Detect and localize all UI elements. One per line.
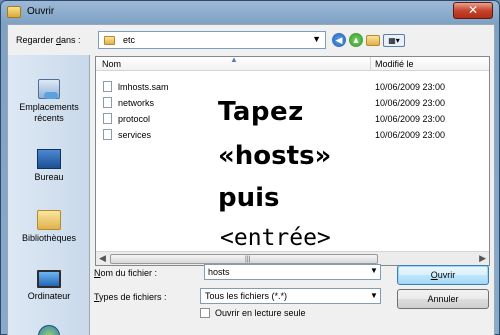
folder-icon (104, 36, 115, 45)
horizontal-scrollbar[interactable]: ◀ ||| ▶ (96, 251, 489, 265)
scroll-thumb[interactable]: ||| (110, 254, 378, 264)
open-dialog-window: Ouvrir ✕ Regarder dans : etc ▼ ◀ ▲ ▦▾ Em… (0, 0, 500, 335)
chevron-down-icon[interactable]: ▼ (312, 34, 321, 44)
list-header: Nom ▲ Modifié le (96, 55, 489, 71)
column-header-name[interactable]: Nom (102, 59, 121, 69)
overlay-line-2: «hosts» (218, 141, 332, 171)
place-label: Bibliothèques (21, 233, 77, 243)
look-in-value: etc (123, 35, 136, 45)
look-in-label: Regarder dans : (16, 35, 81, 45)
file-date: 10/06/2009 23:00 (375, 98, 446, 108)
dialog-client-area: Regarder dans : etc ▼ ◀ ▲ ▦▾ Emplacement… (7, 24, 495, 335)
places-bar: Emplacements récents Bureau Bibliothèque… (8, 55, 90, 335)
window-title: Ouvrir (27, 6, 55, 17)
close-button[interactable]: ✕ (453, 2, 493, 19)
open-button[interactable]: Ouvrir (397, 265, 489, 285)
cancel-button[interactable]: Annuler (397, 289, 489, 309)
sort-up-icon: ▲ (230, 55, 238, 64)
dialog-folder-icon (7, 6, 21, 18)
recent-places-icon (38, 79, 60, 99)
file-row[interactable]: lmhosts.sam 10/06/2009 23:00 (96, 79, 489, 95)
file-icon (103, 97, 112, 108)
file-icon (103, 129, 112, 140)
title-bar[interactable]: Ouvrir ✕ (1, 1, 499, 23)
place-label: Emplacements récents (19, 102, 79, 123)
new-folder-icon[interactable] (366, 34, 380, 46)
close-icon: ✕ (467, 3, 479, 17)
file-name-label: Nom du fichier : (94, 268, 158, 278)
overlay-line-4: <entrée> (220, 225, 331, 251)
column-header-date[interactable]: Modifié le (375, 59, 414, 69)
file-date: 10/06/2009 23:00 (375, 114, 446, 124)
file-name: services (118, 130, 152, 140)
toolbar: ◀ ▲ ▦▾ (332, 32, 405, 48)
read-only-checkbox[interactable] (200, 308, 210, 318)
place-computer[interactable]: Ordinateur (8, 270, 90, 301)
place-label: Ordinateur (27, 291, 71, 301)
place-label: Bureau (34, 172, 64, 182)
look-in-combo[interactable]: etc ▼ (98, 31, 326, 49)
grip-icon: ||| (245, 256, 251, 263)
place-network[interactable] (8, 325, 90, 335)
file-name: protocol (118, 114, 151, 124)
file-date: 10/06/2009 23:00 (375, 130, 446, 140)
file-type-label: Types de fichiers : (94, 292, 167, 302)
file-name: networks (118, 98, 155, 108)
chevron-down-icon[interactable]: ▼ (370, 291, 378, 300)
back-icon[interactable]: ◀ (332, 33, 346, 47)
file-icon (103, 113, 112, 124)
up-folder-icon[interactable]: ▲ (349, 33, 363, 47)
view-menu-icon[interactable]: ▦▾ (383, 33, 405, 47)
libraries-icon (37, 210, 61, 230)
file-icon (103, 81, 112, 92)
computer-icon (37, 270, 61, 288)
scroll-left-icon[interactable]: ◀ (99, 253, 106, 264)
overlay-line-1: Tapez (218, 97, 304, 127)
place-desktop[interactable]: Bureau (8, 149, 90, 182)
column-separator[interactable] (370, 57, 371, 71)
file-name: lmhosts.sam (118, 82, 169, 92)
scroll-right-icon[interactable]: ▶ (479, 253, 486, 264)
chevron-down-icon[interactable]: ▼ (370, 266, 378, 275)
place-recent[interactable]: Emplacements récents (8, 79, 90, 124)
read-only-label[interactable]: Ouvrir en lecture seule (215, 308, 306, 318)
desktop-icon (37, 149, 61, 169)
file-name-input[interactable]: hosts (204, 264, 381, 280)
overlay-line-3: puis (218, 183, 280, 213)
place-libraries[interactable]: Bibliothèques (8, 210, 90, 243)
file-type-select[interactable]: Tous les fichiers (*.*) (200, 288, 381, 304)
file-date: 10/06/2009 23:00 (375, 82, 446, 92)
network-icon (38, 325, 60, 335)
